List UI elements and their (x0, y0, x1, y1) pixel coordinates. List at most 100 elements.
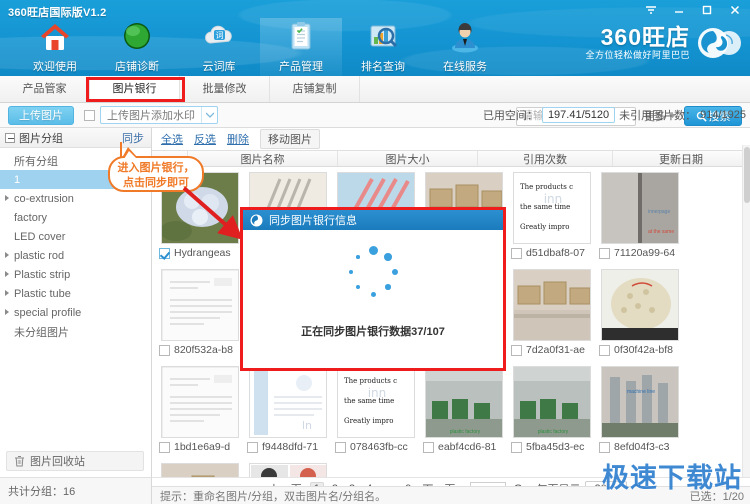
used-space-value[interactable]: 197.41/5120 (541, 107, 616, 123)
image-thumbnail[interactable]: innerpage at the same (601, 172, 679, 244)
sidebar-item-ungrouped[interactable]: 未分组图片 (0, 322, 151, 341)
watermark-checkbox[interactable] (84, 109, 95, 121)
nav-item-cloud-words[interactable]: 词 云词库 (178, 18, 260, 76)
image-thumbnail[interactable]: machine line (601, 366, 679, 438)
image-thumbnail[interactable]: plastic factory (425, 366, 503, 438)
total-groups-label: 共计分组：16 (8, 486, 76, 498)
svg-text:The products c: The products c (344, 377, 397, 385)
minimize-button[interactable] (672, 3, 688, 17)
image-caption: 078463fb-cc (335, 441, 417, 453)
watermark-select[interactable]: 上传图片添加水印 (100, 106, 218, 124)
invert-selection-link[interactable]: 反选 (194, 131, 216, 147)
tree-item-label: Plastic tube (14, 287, 71, 300)
sidebar-item-plastic-rod[interactable]: plastic rod (0, 246, 151, 265)
home-icon (37, 19, 73, 55)
expand-arrow-icon[interactable] (5, 195, 9, 201)
image-cell[interactable]: 820f532a-b8 (158, 269, 242, 364)
nav-item-shop-diagnosis[interactable]: 店铺诊断 (96, 18, 178, 76)
scrollbar-thumb[interactable] (744, 147, 750, 203)
sidebar-item-special-profile[interactable]: special profile (0, 303, 151, 322)
menu-button[interactable] (644, 3, 660, 17)
tree-item-label: special profile (14, 306, 82, 319)
tab-image-bank[interactable]: 图片银行 (90, 76, 180, 102)
svg-text:innerpage: innerpage (648, 209, 670, 215)
maximize-button[interactable] (700, 3, 716, 17)
sidebar-item-plastic-tube[interactable]: Plastic tube (0, 284, 151, 303)
sidebar-item-factory[interactable]: factory (0, 208, 151, 227)
image-checkbox[interactable] (159, 247, 170, 259)
nav-item-online-service[interactable]: 在线服务 (424, 18, 506, 76)
image-cell[interactable]: The products c the same time Greatly impro… (334, 366, 418, 461)
tab-batch-edit[interactable]: 批量修改 (180, 76, 270, 102)
image-thumbnail[interactable]: ln (249, 366, 327, 438)
globe-swirl-logo-icon (696, 22, 742, 64)
svg-text:词: 词 (216, 31, 224, 40)
image-cell[interactable]: ln f9448dfd-71 (246, 366, 330, 461)
expand-arrow-icon[interactable] (5, 271, 9, 277)
image-name-label: 8efd04f3-c3 (614, 441, 670, 453)
expand-arrow-icon[interactable] (5, 290, 9, 296)
select-all-link[interactable]: 全选 (161, 131, 183, 147)
sync-button[interactable]: 同步 (120, 130, 146, 146)
image-checkbox[interactable] (511, 441, 522, 453)
close-button[interactable] (728, 3, 744, 17)
callout-line-1: 进入图片银行， (117, 162, 195, 174)
image-thumbnail[interactable]: plastic factory (513, 366, 591, 438)
image-thumbnail[interactable]: The products c the same time Greatly impro… (513, 172, 591, 244)
move-images-button[interactable]: 移动图片 (260, 129, 320, 149)
upload-image-button[interactable]: 上传图片 (8, 105, 74, 125)
image-cell[interactable]: machine line 8efd04f3-c3 (598, 366, 682, 461)
nav-item-product-management[interactable]: 产品管理 (260, 18, 342, 76)
image-thumbnail[interactable] (601, 269, 679, 341)
column-header-image-size[interactable]: 图片大小 (338, 151, 478, 166)
image-checkbox[interactable] (599, 247, 610, 259)
sidebar-item-plastic-strip[interactable]: Plastic strip (0, 265, 151, 284)
image-cell[interactable]: plastic factory eabf4cd6-81 (422, 366, 506, 461)
image-cell[interactable]: plastic factory 5fba45d3-ec (510, 366, 594, 461)
app-logo-icon (250, 214, 263, 227)
column-header-update-date[interactable]: 更新日期 (613, 151, 750, 166)
sidebar-item-led-cover[interactable]: LED cover (0, 227, 151, 246)
image-cell[interactable]: The products c the same time Greatly impro… (510, 172, 594, 267)
image-checkbox[interactable] (423, 441, 434, 453)
brand-slogan: 全方位轻松做好阿里巴巴 (585, 49, 690, 60)
image-thumbnail[interactable] (161, 366, 239, 438)
delete-link[interactable]: 删除 (227, 131, 249, 147)
grid-column-headers: 图片名称 图片大小 引用次数 更新日期 (152, 150, 750, 167)
image-cell[interactable]: 0f30f42a-bf8 (598, 269, 682, 364)
expand-arrow-icon[interactable] (5, 252, 9, 258)
tab-shop-copy[interactable]: 店铺复制 (270, 76, 360, 102)
image-thumbnail[interactable]: The products c the same time Greatly impro… (337, 366, 415, 438)
image-cell[interactable]: 1bd1e6a9-d (158, 366, 242, 461)
image-caption: f9448dfd-71 (247, 441, 329, 453)
vertical-scrollbar[interactable] (742, 145, 750, 477)
collapse-icon[interactable] (5, 132, 15, 143)
image-checkbox[interactable] (159, 344, 170, 356)
image-recycle-bin-button[interactable]: 图片回收站 (6, 451, 144, 471)
tab-product-manager[interactable]: 产品管家 (0, 76, 90, 102)
loading-spinner-icon (345, 245, 401, 304)
image-checkbox[interactable] (511, 344, 522, 356)
image-thumbnail[interactable] (161, 269, 239, 341)
image-cell[interactable]: innerpage at the same 71120a99-64 (598, 172, 682, 267)
image-checkbox[interactable] (511, 247, 522, 259)
image-checkbox[interactable] (599, 344, 610, 356)
nav-item-rank-query[interactable]: 排名查询 (342, 18, 424, 76)
main-nav: 欢迎使用 店铺诊断 词 云词库 产品管理 排名查询 在线服务 (14, 18, 506, 76)
nav-item-welcome[interactable]: 欢迎使用 (14, 18, 96, 76)
application-window: 360旺店国际版V1.2 欢迎使用 店铺诊断 词 云词库 产品管理 排名查询 在… (0, 0, 750, 504)
status-tip: 提示：重命名图片/分组，双击图片名/分组名。 (160, 490, 387, 503)
image-checkbox[interactable] (247, 441, 258, 453)
recycle-bin-label: 图片回收站 (30, 456, 85, 468)
image-thumbnail[interactable] (513, 269, 591, 341)
chevron-down-icon[interactable] (201, 107, 217, 123)
image-checkbox[interactable] (335, 441, 346, 453)
image-checkbox[interactable] (159, 441, 170, 453)
column-header-reference-count[interactable]: 引用次数 (478, 151, 613, 166)
image-checkbox[interactable] (599, 441, 610, 453)
column-header-image-name[interactable]: 图片名称 (188, 151, 338, 166)
image-caption: d51dbaf8-07 (511, 247, 593, 259)
window-controls (644, 3, 744, 17)
image-cell[interactable]: 7d2a0f31-ae (510, 269, 594, 364)
expand-arrow-icon[interactable] (5, 309, 9, 315)
